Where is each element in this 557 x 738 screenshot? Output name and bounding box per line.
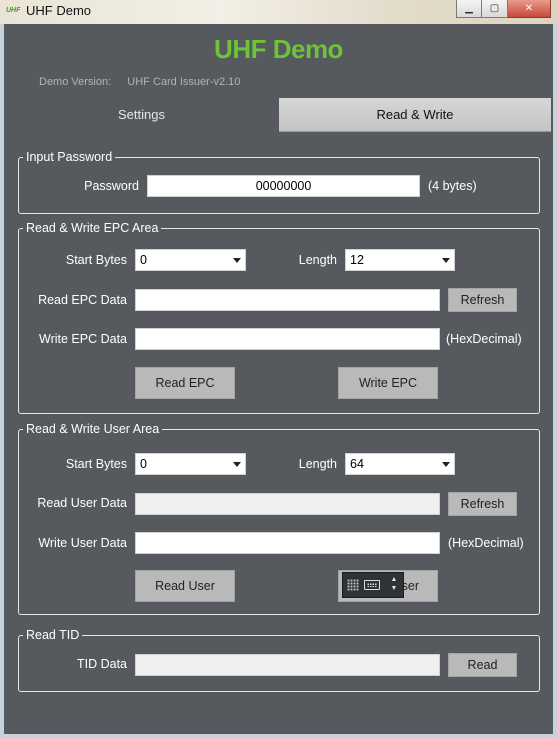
drag-handle-icon[interactable] (347, 579, 359, 591)
read-epc-label: Read EPC Data (38, 293, 127, 307)
read-user-field (135, 493, 440, 515)
password-hint: (4 bytes) (428, 179, 477, 193)
read-user-button[interactable]: Read User (135, 570, 235, 602)
tab-read-write[interactable]: Read & Write (279, 98, 551, 132)
password-group-title: Input Password (26, 150, 113, 164)
maximize-button[interactable]: ▢ (482, 0, 508, 18)
app-heading: UHF Demo (214, 34, 343, 64)
read-user-label: Read User Data (37, 496, 127, 510)
write-epc-field[interactable] (135, 328, 440, 350)
write-user-label: Write User Data (38, 536, 127, 550)
chevron-down-icon (442, 462, 450, 467)
user-length-label: Length (298, 457, 337, 471)
ime-toolbar[interactable]: ▲ ▼ (342, 572, 404, 598)
read-epc-field[interactable] (135, 289, 440, 311)
epc-group: Read & Write EPC Area (18, 221, 540, 414)
keyboard-icon[interactable] (364, 580, 380, 590)
chevron-down-icon (442, 258, 450, 263)
tab-settings[interactable]: Settings (4, 98, 279, 132)
epc-group-title: Read & Write EPC Area (26, 221, 159, 235)
user-start-value: 0 (140, 457, 147, 471)
user-group-title: Read & Write User Area (26, 422, 160, 436)
epc-start-value: 0 (140, 253, 147, 267)
version-row: Demo Version: UHF Card Issuer-v2.10 (39, 76, 240, 88)
window-title: UHF Demo (26, 3, 92, 18)
close-button[interactable]: ✕ (508, 0, 551, 18)
user-start-select[interactable]: 0 (135, 453, 246, 475)
chevron-down-icon (233, 462, 241, 467)
write-epc-hint: (HexDecimal) (446, 332, 522, 346)
epc-length-label: Length (298, 253, 337, 267)
password-input[interactable]: 00000000 (147, 175, 420, 197)
version-value: UHF Card Issuer-v2.10 (127, 76, 241, 88)
tid-group-title: Read TID (26, 628, 80, 642)
user-start-label: Start Bytes (65, 457, 127, 471)
epc-refresh-button[interactable]: Refresh (448, 288, 517, 312)
epc-length-value: 12 (350, 253, 364, 267)
write-user-hint: (HexDecimal) (448, 536, 524, 550)
write-epc-label: Write EPC Data (39, 332, 127, 346)
ime-options-icon[interactable]: ▲ ▼ (389, 575, 399, 595)
epc-length-select[interactable]: 12 (345, 249, 455, 271)
app-icon: UHF (6, 7, 21, 14)
version-label: Demo Version: (39, 76, 112, 88)
user-length-value: 64 (350, 457, 364, 471)
write-user-field[interactable] (135, 532, 440, 554)
user-refresh-button[interactable]: Refresh (448, 492, 517, 516)
arrow-up-icon: ▲ (390, 576, 398, 583)
arrow-down-icon: ▼ (390, 585, 398, 592)
tid-field (135, 654, 440, 676)
minimize-button[interactable]: ▁ (456, 0, 482, 18)
password-label: Password (84, 179, 139, 193)
user-length-select[interactable]: 64 (345, 453, 455, 475)
tid-label: TID Data (76, 657, 127, 671)
chevron-down-icon (233, 258, 241, 263)
epc-start-label: Start Bytes (65, 253, 127, 267)
main-panel: UHF Demo Demo Version: UHF Card Issuer-v… (0, 24, 557, 738)
epc-start-select[interactable]: 0 (135, 249, 246, 271)
window-controls: ▁ ▢ ✕ (456, 0, 551, 18)
user-group: Read & Write User Area (18, 422, 540, 615)
tid-read-button[interactable]: Read (448, 653, 517, 677)
read-epc-button[interactable]: Read EPC (135, 367, 235, 399)
write-epc-button[interactable]: Write EPC (338, 367, 438, 399)
window-titlebar[interactable]: UHF UHF Demo ▁ ▢ ✕ (0, 0, 557, 24)
